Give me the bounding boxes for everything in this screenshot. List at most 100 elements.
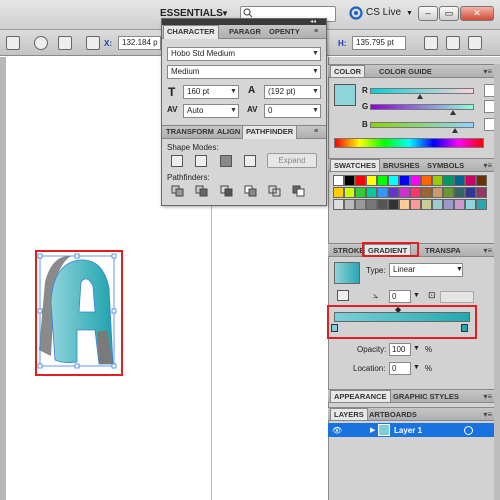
h-field[interactable]: 135.795 pt	[352, 36, 406, 50]
tab-paragraph[interactable]: PARAGR	[226, 26, 264, 38]
tab-brushes[interactable]: BRUSHES	[380, 160, 423, 172]
swatch[interactable]	[465, 187, 476, 198]
tab-color-guide[interactable]: COLOR GUIDE	[376, 66, 435, 78]
chevron-down-icon[interactable]: ▼	[312, 107, 319, 114]
chevron-down-icon[interactable]: ▼	[413, 292, 420, 299]
swatch[interactable]	[454, 199, 465, 210]
target-icon[interactable]	[464, 426, 473, 435]
swatch[interactable]	[388, 199, 399, 210]
swatch[interactable]	[454, 187, 465, 198]
swatch[interactable]	[443, 187, 454, 198]
swatch[interactable]	[399, 175, 410, 186]
swatch[interactable]	[465, 175, 476, 186]
gradient-type-select[interactable]: Linear	[389, 263, 463, 277]
swatch[interactable]	[355, 175, 366, 186]
tab-transform[interactable]: TRANSFORM	[163, 126, 217, 138]
panel-menu-icon[interactable]: ▾≡	[483, 246, 492, 255]
crop-icon[interactable]	[244, 185, 257, 197]
collapse-icon[interactable]: ◂◂	[310, 18, 316, 25]
swatch[interactable]	[344, 175, 355, 186]
swatch-grid[interactable]	[330, 172, 493, 232]
gradient-preview-swatch[interactable]	[334, 262, 360, 284]
swatch[interactable]	[443, 175, 454, 186]
swatch[interactable]	[377, 187, 388, 198]
swatch[interactable]	[377, 175, 388, 186]
swatch[interactable]	[421, 175, 432, 186]
swatch[interactable]	[465, 199, 476, 210]
letter-a-artwork[interactable]	[37, 252, 121, 374]
gradient-slider[interactable]	[334, 312, 470, 322]
transform-panel-icon[interactable]	[424, 36, 438, 50]
swatch[interactable]	[355, 187, 366, 198]
swatch[interactable]	[355, 199, 366, 210]
panel-menu-icon[interactable]: ≡	[314, 128, 318, 135]
panel-menu-icon[interactable]: ▾≡	[483, 161, 492, 170]
dock-scrollbar[interactable]	[494, 64, 500, 500]
close-button[interactable]: ✕	[460, 6, 494, 21]
recolor-icon[interactable]	[34, 36, 48, 50]
swatch[interactable]	[443, 199, 454, 210]
reverse-gradient-icon[interactable]	[337, 290, 349, 301]
swatch[interactable]	[344, 199, 355, 210]
tab-color[interactable]: COLOR	[330, 65, 366, 77]
chevron-down-icon[interactable]: ▼	[406, 10, 413, 17]
swatch[interactable]	[410, 187, 421, 198]
tab-pathfinder[interactable]: PATHFINDER	[242, 125, 298, 139]
r-slider[interactable]: R 142	[362, 84, 500, 99]
tab-character[interactable]: CHARACTER	[163, 25, 219, 39]
gradient-stop-right[interactable]	[461, 324, 468, 332]
swatch[interactable]	[410, 175, 421, 186]
swatch[interactable]	[410, 199, 421, 210]
swatch[interactable]	[421, 187, 432, 198]
opacity-field[interactable]: 100	[389, 343, 411, 356]
swatch[interactable]	[333, 199, 344, 210]
swatch[interactable]	[399, 187, 410, 198]
expand-button[interactable]: Expand	[267, 153, 317, 168]
minus-front-icon[interactable]	[195, 155, 207, 167]
cs-live-icon[interactable]	[349, 6, 363, 20]
swatch[interactable]	[476, 187, 487, 198]
chevron-down-icon[interactable]: ▼	[230, 107, 237, 114]
tab-transparency[interactable]: TRANSPA	[422, 245, 464, 257]
transform-icon[interactable]	[6, 36, 20, 50]
minus-back-icon[interactable]	[292, 185, 305, 197]
unite-icon[interactable]	[171, 155, 183, 167]
swatch[interactable]	[344, 187, 355, 198]
arrange-icon[interactable]	[446, 36, 460, 50]
swatch[interactable]	[333, 175, 344, 186]
eye-icon[interactable]: 👁	[332, 426, 342, 435]
chevron-down-icon[interactable]: ▼	[456, 266, 463, 273]
chevron-down-icon[interactable]: ▼	[312, 50, 319, 57]
swatch[interactable]	[366, 199, 377, 210]
location-field[interactable]: 0	[389, 362, 411, 375]
x-field[interactable]: 132.184 p	[118, 36, 161, 50]
g-slider[interactable]: G 212	[362, 100, 500, 115]
chevron-down-icon[interactable]: ▼	[221, 9, 229, 18]
trim-icon[interactable]	[195, 185, 208, 197]
font-style-field[interactable]: Medium	[167, 65, 321, 79]
expand-arrow-icon[interactable]: ▶	[370, 426, 375, 434]
layer-name[interactable]: Layer 1	[394, 426, 422, 435]
font-family-field[interactable]: Hobo Std Medium	[167, 47, 321, 61]
tab-graphic-styles[interactable]: GRAPHIC STYLES	[390, 391, 462, 403]
fill-swatch[interactable]	[334, 84, 356, 106]
align-icon[interactable]	[58, 36, 72, 50]
minimize-button[interactable]: –	[418, 6, 438, 21]
maximize-button[interactable]: ▭	[439, 6, 459, 21]
swatch[interactable]	[454, 175, 465, 186]
intersect-icon[interactable]	[220, 155, 232, 167]
chevron-down-icon[interactable]: ▼	[413, 345, 420, 352]
chevron-down-icon[interactable]: ▼	[413, 364, 420, 371]
tab-swatches[interactable]: SWATCHES	[330, 159, 380, 171]
swatch[interactable]	[432, 199, 443, 210]
swatch[interactable]	[366, 187, 377, 198]
swatch[interactable]	[366, 175, 377, 186]
merge-icon[interactable]	[220, 185, 233, 197]
outline-icon[interactable]	[268, 185, 281, 197]
panel-menu-icon[interactable]: ≡	[314, 28, 318, 35]
swatch[interactable]	[432, 187, 443, 198]
exclude-icon[interactable]	[244, 155, 256, 167]
swatch[interactable]	[476, 175, 487, 186]
tab-artboards[interactable]: ARTBOARDS	[366, 409, 420, 421]
b-slider[interactable]: B 218	[362, 118, 500, 133]
